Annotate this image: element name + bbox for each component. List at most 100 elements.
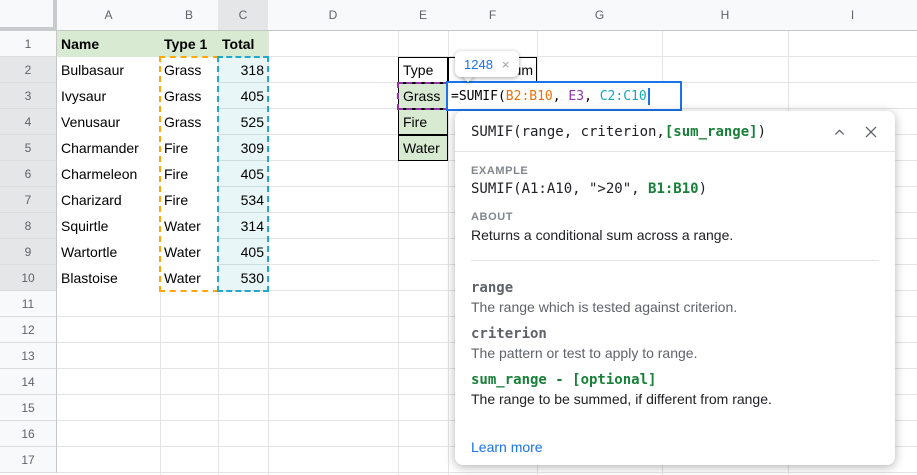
table-row: Charmander Fire 309 <box>57 135 268 161</box>
cell-a4[interactable]: Venusaur <box>57 109 160 135</box>
column-header-e[interactable]: E <box>398 0 448 31</box>
formula-separator: , <box>584 89 600 104</box>
close-icon[interactable] <box>863 124 879 140</box>
example-code-suffix: ) <box>699 181 707 197</box>
row-header-12[interactable]: 12 <box>0 317 57 343</box>
cell-a7[interactable]: Charizard <box>57 187 160 213</box>
row-header-16[interactable]: 16 <box>0 421 57 447</box>
cell-c3[interactable]: 405 <box>218 83 268 109</box>
cell-b10[interactable]: Water <box>160 265 218 291</box>
table-row: Wartortle Water 405 <box>57 239 268 265</box>
formula-range3: C2:C10 <box>600 89 647 104</box>
formula-prefix: =SUMIF( <box>451 89 506 104</box>
signature-prefix: SUMIF(range, criterion, <box>471 124 665 140</box>
signature-optional-arg: [sum_range] <box>665 124 758 140</box>
cell-c2[interactable]: 318 <box>218 57 268 83</box>
param-desc-criterion: The pattern or test to apply to range. <box>471 345 879 361</box>
row-header-5[interactable]: 5 <box>0 135 57 161</box>
column-header-i[interactable]: I <box>788 0 917 31</box>
cell-b9[interactable]: Water <box>160 239 218 265</box>
cell-b3[interactable]: Grass <box>160 83 218 109</box>
row-header-15[interactable]: 15 <box>0 395 57 421</box>
column-header-f[interactable]: F <box>448 0 537 31</box>
column-header-h[interactable]: H <box>662 0 788 31</box>
param-desc-sum-range: The range to be summed, if different fro… <box>471 391 879 407</box>
row-header-11[interactable]: 11 <box>0 291 57 317</box>
param-sum-range-optional: - [optional] <box>547 372 657 388</box>
collapse-icon[interactable] <box>832 125 847 140</box>
column-header-d[interactable]: D <box>268 0 398 31</box>
preview-value: 1248 <box>464 57 493 72</box>
cell-b2[interactable]: Grass <box>160 57 218 83</box>
table-row: Bulbasaur Grass 318 <box>57 57 268 83</box>
cell-e2[interactable]: Type <box>398 57 448 83</box>
cell-c10[interactable]: 530 <box>218 265 268 291</box>
cell-e5[interactable]: Water <box>398 135 448 161</box>
select-all-corner[interactable] <box>0 0 57 31</box>
cell-b7[interactable]: Fire <box>160 187 218 213</box>
row-header-14[interactable]: 14 <box>0 369 57 395</box>
row-header-13[interactable]: 13 <box>0 343 57 369</box>
example-code-prefix: SUMIF(A1:A10, ">20", <box>471 181 648 197</box>
divider <box>471 260 879 261</box>
cell-a8[interactable]: Squirtle <box>57 213 160 239</box>
row-header-9[interactable]: 9 <box>0 239 57 265</box>
table-row: Venusaur Grass 525 <box>57 109 268 135</box>
preview-close-icon[interactable]: × <box>502 57 510 72</box>
table-row: Charmeleon Fire 405 <box>57 161 268 187</box>
table-row: Charizard Fire 534 <box>57 187 268 213</box>
row-header-2[interactable]: 2 <box>0 57 57 83</box>
column-header-c[interactable]: C <box>218 0 268 31</box>
formula-separator: , <box>553 89 569 104</box>
about-label: ABOUT <box>471 211 879 223</box>
cell-e3[interactable]: Grass <box>398 83 448 109</box>
formula-editor[interactable]: =SUMIF(B2:B10, E3, C2:C10 <box>446 81 682 111</box>
row-header-17[interactable]: 17 <box>0 447 57 473</box>
param-desc-range: The range which is tested against criter… <box>471 299 879 315</box>
cell-e4[interactable]: Fire <box>398 109 448 135</box>
cell-c6[interactable]: 405 <box>218 161 268 187</box>
cell-a3[interactable]: Ivysaur <box>57 83 160 109</box>
gridline <box>268 0 269 475</box>
param-name-range: range <box>471 280 879 296</box>
cell-c8[interactable]: 314 <box>218 213 268 239</box>
column-header-b[interactable]: B <box>160 0 218 31</box>
param-sum-range-text: sum_range <box>471 372 547 388</box>
row-header-8[interactable]: 8 <box>0 213 57 239</box>
cell-a9[interactable]: Wartortle <box>57 239 160 265</box>
column-header-a[interactable]: A <box>57 0 160 31</box>
cell-a5[interactable]: Charmander <box>57 135 160 161</box>
cell-b8[interactable]: Water <box>160 213 218 239</box>
row-header-6[interactable]: 6 <box>0 161 57 187</box>
cell-c1[interactable]: Total <box>218 31 268 57</box>
cell-c9[interactable]: 405 <box>218 239 268 265</box>
cell-a6[interactable]: Charmeleon <box>57 161 160 187</box>
function-help-popup: SUMIF(range, criterion, [sum_range]) EXA… <box>455 111 895 465</box>
table-row: Squirtle Water 314 <box>57 213 268 239</box>
formula-result-preview: 1248 × <box>455 51 519 77</box>
column-header-g[interactable]: G <box>537 0 662 31</box>
cell-b5[interactable]: Fire <box>160 135 218 161</box>
example-label: EXAMPLE <box>471 165 879 177</box>
cell-b4[interactable]: Grass <box>160 109 218 135</box>
cell-c5[interactable]: 309 <box>218 135 268 161</box>
function-signature: SUMIF(range, criterion, [sum_range]) <box>471 124 879 140</box>
row-header-10[interactable]: 10 <box>0 265 57 291</box>
cell-b1[interactable]: Type 1 <box>160 31 218 57</box>
table-row: Blastoise Water 530 <box>57 265 268 291</box>
row-header-3[interactable]: 3 <box>0 83 57 109</box>
cell-c4[interactable]: 525 <box>218 109 268 135</box>
formula-range2: E3 <box>568 89 584 104</box>
about-text: Returns a conditional sum across a range… <box>471 227 879 243</box>
cell-a10[interactable]: Blastoise <box>57 265 160 291</box>
cell-a1[interactable]: Name <box>57 31 160 57</box>
signature-suffix: ) <box>758 124 766 140</box>
row-header-1[interactable]: 1 <box>0 31 57 57</box>
learn-more-link[interactable]: Learn more <box>471 439 543 455</box>
cell-a2[interactable]: Bulbasaur <box>57 57 160 83</box>
param-name-criterion: criterion <box>471 326 879 342</box>
cell-c7[interactable]: 534 <box>218 187 268 213</box>
cell-b6[interactable]: Fire <box>160 161 218 187</box>
row-header-7[interactable]: 7 <box>0 187 57 213</box>
row-header-4[interactable]: 4 <box>0 109 57 135</box>
